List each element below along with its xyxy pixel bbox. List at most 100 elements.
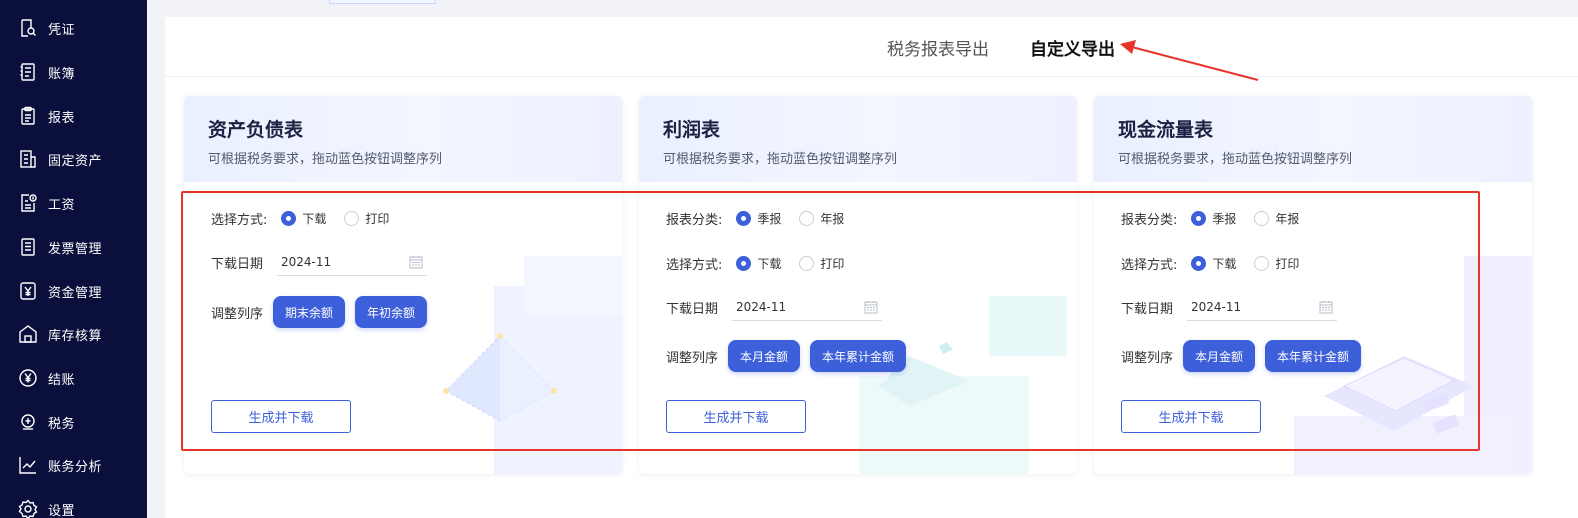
radio-print[interactable]: 打印 <box>344 210 389 227</box>
radio-dot <box>1254 210 1270 226</box>
drag-button-year-start-balance[interactable]: 年初余额 <box>355 296 428 328</box>
radio-download[interactable]: 下载 <box>1191 255 1236 272</box>
sidebar-item-label: 凭证 <box>48 22 76 38</box>
date-row: 下载日期 2024-11 <box>666 293 883 321</box>
date-picker[interactable]: 2024-11 <box>732 293 883 321</box>
tab-custom-export[interactable]: 自定义导出 <box>1030 35 1115 60</box>
radio-download[interactable]: 下载 <box>281 210 326 227</box>
drag-button-year-to-date-amount[interactable]: 本年累计金额 <box>810 340 907 372</box>
building-icon <box>18 149 38 169</box>
sidebar-item-label: 报表 <box>48 110 76 126</box>
tax-icon <box>18 412 38 432</box>
date-label: 下载日期 <box>211 256 264 272</box>
date-picker[interactable]: 2024-11 <box>1187 293 1338 321</box>
card-title: 利润表 <box>663 119 721 141</box>
export-tabs: 税务报表导出 自定义导出 <box>165 17 1578 77</box>
generate-download-button[interactable]: 生成并下载 <box>1121 400 1261 433</box>
sidebar-item-label: 发票管理 <box>48 241 103 257</box>
method-row: 选择方式: 下载 打印 <box>666 251 862 275</box>
card-title: 资产负债表 <box>208 119 304 141</box>
drag-button-current-month-amount[interactable]: 本月金额 <box>728 340 801 372</box>
drag-button-current-month-amount[interactable]: 本月金额 <box>1183 340 1256 372</box>
card-title: 现金流量表 <box>1118 119 1214 141</box>
order-label: 调整列序 <box>1121 350 1174 366</box>
radio-print[interactable]: 打印 <box>1254 255 1299 272</box>
date-value: 2024-11 <box>1191 299 1242 314</box>
radio-quarterly[interactable]: 季报 <box>1191 210 1236 227</box>
method-row: 选择方式: 下载 打印 <box>1121 251 1317 275</box>
radio-label: 打印 <box>1275 256 1300 271</box>
sidebar-item-analysis[interactable]: 账务分析 <box>18 453 102 477</box>
card-subtitle: 可根据税务要求，拖动蓝色按钮调整序列 <box>663 152 898 167</box>
category-label: 报表分类: <box>666 212 723 228</box>
sidebar-item-tax[interactable]: 税务 <box>18 410 75 434</box>
radio-label: 下载 <box>1212 256 1237 271</box>
top-tab-active[interactable] <box>329 0 436 4</box>
calendar-icon <box>1319 300 1333 313</box>
card-cash-flow: 现金流量表 可根据税务要求，拖动蓝色按钮调整序列 报表分类: 季报 年报 选择方… <box>1094 96 1532 474</box>
sidebar-item-salary[interactable]: 工资 <box>18 191 75 215</box>
radio-dot <box>736 255 752 271</box>
column-order-row: 调整列序 本月金额 本年累计金额 <box>666 340 916 372</box>
radio-print[interactable]: 打印 <box>799 255 844 272</box>
date-label: 下载日期 <box>666 301 719 317</box>
yuan-circle-icon <box>18 368 38 388</box>
date-value: 2024-11 <box>281 254 332 269</box>
calendar-icon <box>409 255 423 268</box>
sidebar-item-voucher[interactable]: 凭证 <box>18 16 75 40</box>
voucher-search-icon <box>18 18 38 38</box>
date-picker[interactable]: 2024-11 <box>277 248 428 276</box>
line-chart-icon <box>18 455 38 475</box>
invoice-icon <box>18 237 38 257</box>
drag-button-period-end-balance[interactable]: 期末余额 <box>273 296 346 328</box>
card-balance-sheet: 资产负债表 可根据税务要求，拖动蓝色按钮调整序列 选择方式: 下载 打印 下载日… <box>184 96 622 474</box>
card-income-statement: 利润表 可根据税务要求，拖动蓝色按钮调整序列 报表分类: 季报 年报 选择方式:… <box>639 96 1077 474</box>
radio-label: 下载 <box>757 256 782 271</box>
radio-quarterly[interactable]: 季报 <box>736 210 781 227</box>
radio-label: 季报 <box>1212 211 1237 226</box>
date-value: 2024-11 <box>736 299 787 314</box>
generate-download-button[interactable]: 生成并下载 <box>666 400 806 433</box>
sidebar-item-label: 税务 <box>48 416 76 432</box>
category-row: 报表分类: 季报 年报 <box>666 206 862 230</box>
column-order-row: 调整列序 本月金额 本年累计金额 <box>1121 340 1371 372</box>
sidebar-item-settings[interactable]: 设置 <box>18 497 75 518</box>
sidebar-item-ledger[interactable]: 账簿 <box>18 60 75 84</box>
sidebar-item-label: 库存核算 <box>48 328 103 344</box>
sidebar-item-fixed-assets[interactable]: 固定资产 <box>18 147 102 171</box>
radio-annual[interactable]: 年报 <box>799 210 844 227</box>
card-subtitle: 可根据税务要求，拖动蓝色按钮调整序列 <box>1118 152 1353 167</box>
radio-dot <box>1191 255 1207 271</box>
generate-download-button[interactable]: 生成并下载 <box>211 400 351 433</box>
sidebar-item-funds[interactable]: 资金管理 <box>18 279 102 303</box>
sidebar-item-label: 固定资产 <box>48 153 103 169</box>
sidebar-item-inventory[interactable]: 库存核算 <box>18 322 102 346</box>
radio-dot <box>736 210 752 226</box>
radio-label: 季报 <box>757 211 782 226</box>
card-subtitle: 可根据税务要求，拖动蓝色按钮调整序列 <box>208 152 443 167</box>
sidebar-item-invoice[interactable]: 发票管理 <box>18 235 102 259</box>
category-row: 报表分类: 季报 年报 <box>1121 206 1317 230</box>
sidebar-item-closing[interactable]: 结账 <box>18 366 75 390</box>
radio-label: 打印 <box>820 256 845 271</box>
radio-annual[interactable]: 年报 <box>1254 210 1299 227</box>
sidebar-item-label: 资金管理 <box>48 285 103 301</box>
warehouse-icon <box>18 324 38 344</box>
calendar-icon <box>864 300 878 313</box>
radio-download[interactable]: 下载 <box>736 255 781 272</box>
method-label: 选择方式: <box>211 212 268 228</box>
tab-tax-report-export[interactable]: 税务报表导出 <box>887 35 989 60</box>
yuan-doc-icon <box>18 281 38 301</box>
radio-label: 年报 <box>820 211 845 226</box>
sidebar-item-report[interactable]: 报表 <box>18 104 75 128</box>
annotation-arrow <box>1120 40 1259 81</box>
date-row: 下载日期 2024-11 <box>211 248 428 276</box>
radio-dot <box>1191 210 1207 226</box>
radio-dot <box>1254 255 1270 271</box>
category-label: 报表分类: <box>1121 212 1178 228</box>
drag-button-year-to-date-amount[interactable]: 本年累计金额 <box>1265 340 1362 372</box>
ledger-book-icon <box>18 62 38 82</box>
sidebar-item-label: 设置 <box>48 503 76 518</box>
sidebar: 凭证 账簿 报表 固定资产 工资 发票管理 资金管理 库存核算 结账 税务 账务… <box>0 0 147 518</box>
date-label: 下载日期 <box>1121 301 1174 317</box>
